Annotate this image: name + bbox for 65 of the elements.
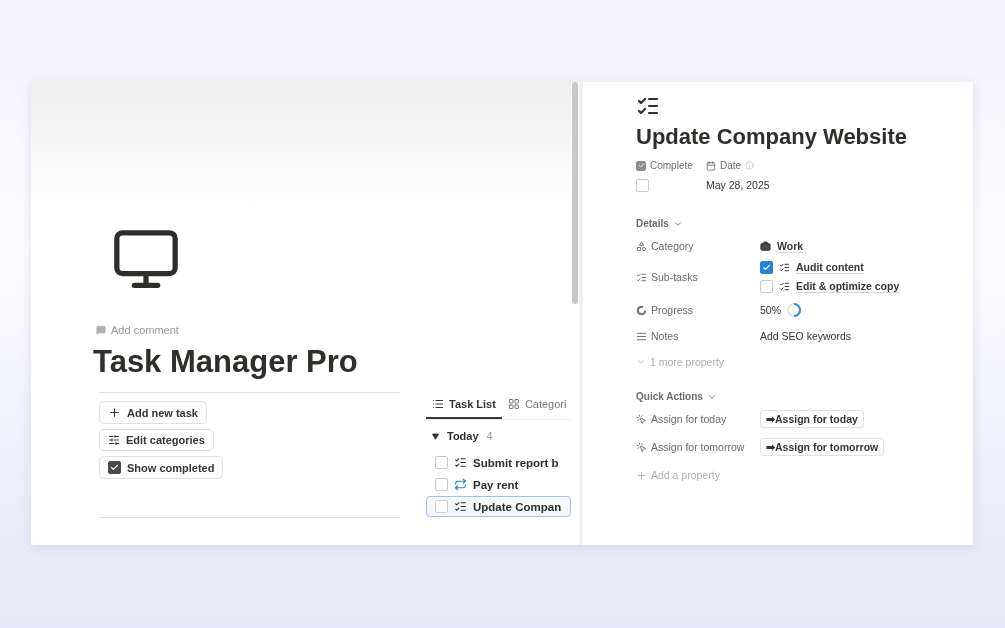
subtask-checkbox[interactable] xyxy=(760,261,773,274)
task-title: Update Company Website xyxy=(636,124,908,150)
checkbox-icon xyxy=(636,160,646,171)
show-completed-toggle[interactable]: Show completed xyxy=(99,456,224,479)
subtask-checkbox[interactable] xyxy=(760,280,773,293)
briefcase-icon xyxy=(760,240,771,252)
plus-icon xyxy=(636,469,647,481)
category-link[interactable]: Work xyxy=(777,239,804,253)
triangle-icon[interactable] xyxy=(432,432,439,440)
calendar-icon xyxy=(706,160,716,171)
checklist-icon xyxy=(636,271,647,283)
task-row[interactable]: Update Compan xyxy=(426,496,571,517)
property-label: Progress xyxy=(651,304,693,316)
comment-icon xyxy=(96,325,106,335)
shapes-icon xyxy=(636,240,647,252)
info-icon xyxy=(745,161,755,170)
date-value[interactable]: May 28, 2025 xyxy=(706,179,770,191)
check-icon xyxy=(762,263,771,272)
complete-checkbox[interactable] xyxy=(636,179,649,192)
scrollbar-thumb[interactable] xyxy=(572,82,578,304)
view-tab[interactable]: Task List xyxy=(426,392,502,419)
checklist-icon xyxy=(454,456,467,469)
details-heading[interactable]: Details xyxy=(636,218,669,229)
progress-value: 50% xyxy=(760,304,781,316)
date-label: Date xyxy=(720,160,742,171)
pointer-icon xyxy=(636,413,647,425)
add-task-button[interactable]: Add new task xyxy=(99,401,207,424)
task-title: Pay rent xyxy=(473,478,519,491)
checklist-icon xyxy=(779,281,790,292)
pointer-icon xyxy=(636,441,647,453)
assign-button[interactable]: ➡Assign for today xyxy=(760,410,864,428)
property-label: Assign for today xyxy=(651,413,727,425)
task-checkbox[interactable] xyxy=(435,456,448,469)
checklist-icon xyxy=(779,262,790,273)
subtask-link[interactable]: Edit & optimize copy xyxy=(796,280,900,293)
property-label: Sub-tasks xyxy=(651,271,698,283)
task-row[interactable]: Pay rent xyxy=(426,474,571,495)
assign-button[interactable]: ➡Assign for tomorrow xyxy=(760,438,885,456)
complete-label: Complete xyxy=(650,160,693,171)
lines-icon xyxy=(636,330,647,342)
view-tab[interactable]: Categori xyxy=(501,392,571,419)
page-title: Task Manager Pro xyxy=(93,344,359,380)
repeat-icon xyxy=(454,478,467,491)
progress-ring xyxy=(786,302,802,318)
plus-icon xyxy=(108,406,121,419)
chevron-down-icon xyxy=(636,357,646,367)
sliders-icon xyxy=(108,434,120,446)
group-count: 4 xyxy=(486,430,493,442)
grid-icon xyxy=(507,398,520,410)
progress-icon xyxy=(636,304,647,316)
list-icon xyxy=(432,398,444,410)
task-row[interactable]: Submit report b xyxy=(426,452,571,473)
task-checkbox[interactable] xyxy=(435,478,448,491)
notes-value: Add SEO keywords xyxy=(760,330,852,342)
property-label: Assign for tomorrow xyxy=(651,441,745,453)
edit-categories-button[interactable]: Edit categories xyxy=(99,429,214,451)
group-label: Today xyxy=(447,430,479,442)
property-label: Category xyxy=(651,240,694,252)
property-label: Notes xyxy=(651,330,679,342)
task-title: Update Compan xyxy=(473,500,562,513)
task-checkbox[interactable] xyxy=(435,500,448,513)
checklist-icon xyxy=(454,500,467,513)
task-title: Submit report b xyxy=(473,456,559,469)
quick-actions-heading[interactable]: Quick Actions xyxy=(636,391,703,402)
subtask-link[interactable]: Audit content xyxy=(796,261,864,274)
